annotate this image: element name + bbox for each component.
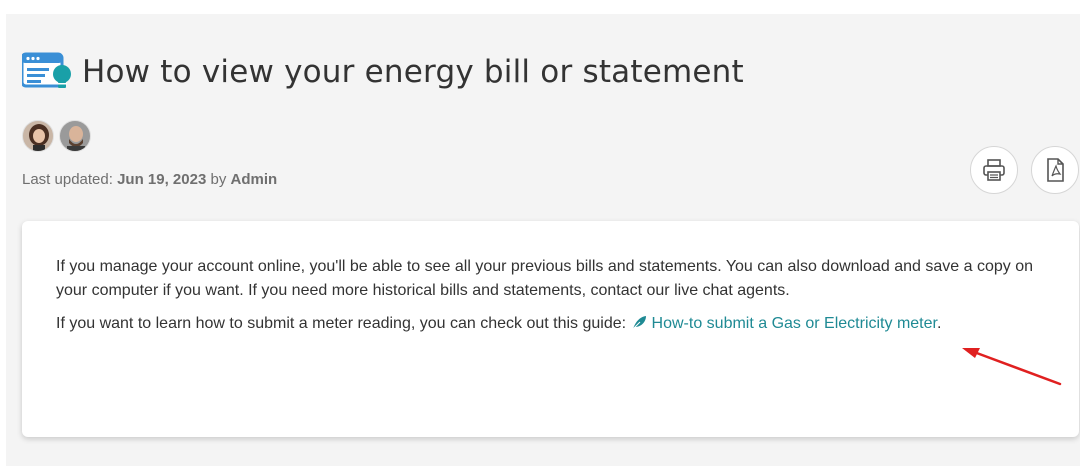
article-body-card: If you manage your account online, you'l… bbox=[22, 221, 1079, 437]
knowledge-base-icon bbox=[22, 52, 71, 88]
title-row: How to view your energy bill or statemen… bbox=[22, 52, 744, 92]
last-updated: Last updated: Jun 19, 2023 by Admin bbox=[22, 171, 277, 188]
avatar-man-icon bbox=[60, 121, 90, 151]
download-pdf-button[interactable] bbox=[1031, 146, 1079, 194]
avatar-woman-icon bbox=[23, 121, 53, 151]
pdf-icon bbox=[1047, 158, 1064, 182]
author-name[interactable]: Admin bbox=[231, 171, 278, 188]
print-button[interactable] bbox=[970, 146, 1018, 194]
author-avatars bbox=[22, 120, 96, 152]
article-paragraph-guide: If you want to learn how to submit a met… bbox=[56, 312, 1066, 336]
guide-intro-text: If you want to learn how to submit a met… bbox=[56, 315, 631, 332]
guide-suffix: . bbox=[936, 315, 942, 332]
annotation-arrow-icon bbox=[962, 348, 1062, 386]
article-paragraph: If you manage your account online, you'l… bbox=[56, 258, 1034, 299]
by-label: by bbox=[206, 171, 231, 188]
printer-icon bbox=[983, 159, 1005, 181]
avatar[interactable] bbox=[59, 120, 91, 152]
avatar[interactable] bbox=[22, 120, 54, 152]
guide-link[interactable]: How-to submit a Gas or Electricity meter bbox=[631, 315, 937, 332]
page-title: How to view your energy bill or statemen… bbox=[82, 54, 744, 90]
feather-icon bbox=[631, 316, 646, 330]
last-updated-label: Last updated: bbox=[22, 171, 118, 188]
guide-link-text[interactable]: How-to submit a Gas or Electricity meter bbox=[652, 315, 937, 332]
last-updated-date: Jun 19, 2023 bbox=[117, 171, 207, 188]
